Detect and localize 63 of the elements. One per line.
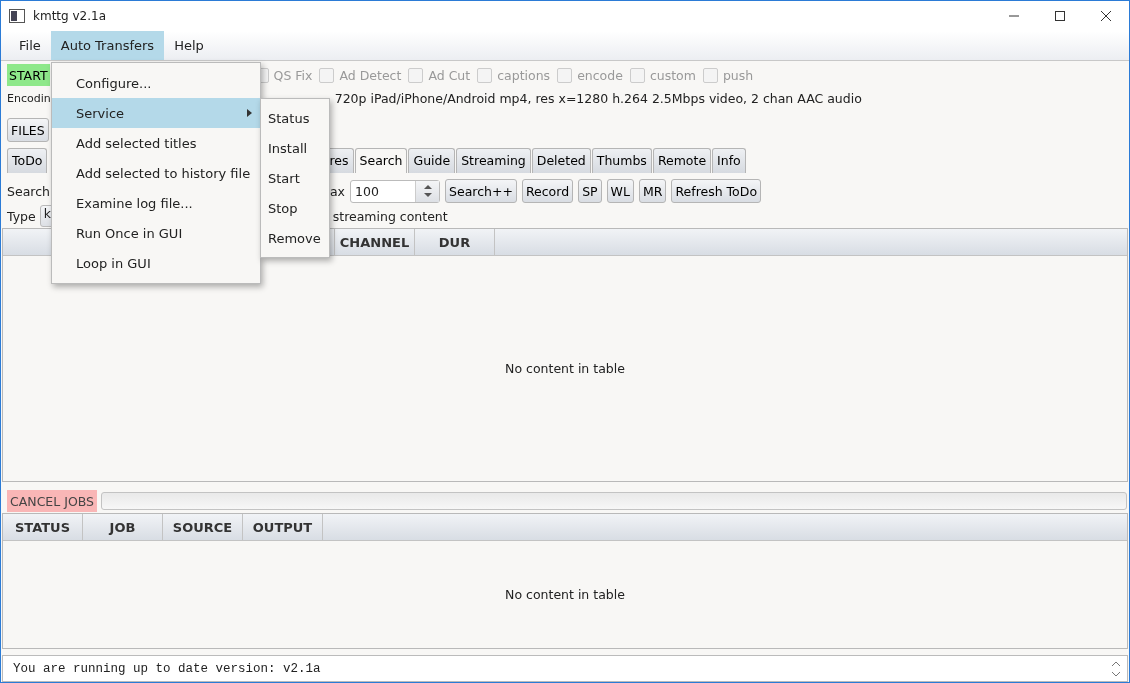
column-header[interactable]: DUR (415, 229, 495, 255)
column-header[interactable]: CHANNEL (335, 229, 415, 255)
tab[interactable]: Deleted (531, 147, 591, 173)
search-label: Search (7, 183, 50, 199)
toolbar-button[interactable]: Record (521, 179, 574, 203)
menu-item[interactable]: Help (164, 31, 214, 60)
cancel-jobs-button[interactable]: CANCEL JOBS (7, 490, 97, 512)
menu-item[interactable]: Status (261, 103, 329, 133)
max-label: ax (329, 183, 345, 199)
encoding-value: 720p iPad/iPhone/Android mp4, res x=1280 h.264 2.5Mbps video, 2 chan AAC audio (334, 90, 862, 106)
checkbox-label: push (722, 67, 754, 83)
checkbox[interactable] (629, 67, 645, 83)
menu-item[interactable]: Auto Transfers (50, 31, 165, 60)
column-header[interactable]: STATUS (3, 514, 83, 540)
app-icon (9, 9, 25, 23)
checkbox[interactable] (477, 67, 493, 83)
type-label: Type (7, 208, 36, 224)
tab[interactable]: Remote (652, 147, 712, 173)
menu-item[interactable]: Configure... (52, 68, 260, 98)
menu-item[interactable]: File (9, 31, 51, 60)
spinner-arrows-icon[interactable] (422, 184, 433, 198)
checkbox-label: captions (497, 67, 551, 83)
max-input[interactable]: 100 (350, 179, 440, 203)
checkbox-label: Ad Cut (428, 67, 471, 83)
encoding-label: Encodin (7, 91, 51, 105)
checkbox[interactable] (557, 67, 573, 83)
checkbox-label: Ad Detect (339, 67, 402, 83)
empty-table-message: No content in table (505, 361, 625, 376)
tab[interactable]: Search (354, 147, 408, 173)
close-icon (1101, 11, 1111, 21)
files-button[interactable]: FILES (7, 118, 49, 142)
menu-item[interactable]: Loop in GUI (52, 248, 260, 278)
menu-item[interactable]: Service (52, 98, 260, 128)
checkbox-label: QS Fix (273, 67, 313, 83)
start-button[interactable]: START (7, 64, 50, 86)
toolbar-button[interactable]: SP (578, 179, 602, 203)
menu-item[interactable]: Add selected titles (52, 128, 260, 158)
maximize-icon (1055, 11, 1065, 21)
toolbar-button[interactable]: WL (606, 179, 634, 203)
column-header[interactable]: OUTPUT (243, 514, 323, 540)
tab[interactable]: Guide (408, 147, 456, 173)
column-header[interactable]: JOB (83, 514, 163, 540)
menu-item[interactable]: Remove (261, 223, 329, 253)
tab[interactable]: ToDo (7, 147, 48, 173)
log-message: You are running up to date version: v2.1a (12, 661, 322, 676)
toolbar-button[interactable]: Search++ (445, 179, 517, 203)
window-title: kmttg v2.1a (33, 9, 107, 23)
streaming-label: streaming content (332, 208, 448, 224)
checkbox-label: encode (577, 67, 623, 83)
column-header[interactable]: SOURCE (163, 514, 243, 540)
menu-item[interactable]: Add selected to history file (52, 158, 260, 188)
toolbar-button[interactable]: Refresh ToDo (671, 179, 762, 203)
submenu-arrow-icon (247, 109, 252, 117)
checkbox[interactable] (319, 67, 335, 83)
tab[interactable]: Thumbs (591, 147, 652, 173)
empty-table-message: No content in table (505, 587, 625, 602)
menu-item[interactable]: Stop (261, 193, 329, 223)
checkbox[interactable] (702, 67, 718, 83)
checkbox-label: custom (649, 67, 696, 83)
tab[interactable]: Info (712, 147, 746, 173)
toolbar-button[interactable]: MR (638, 179, 667, 203)
checkbox[interactable] (408, 67, 424, 83)
tab[interactable]: Streaming (456, 147, 531, 173)
